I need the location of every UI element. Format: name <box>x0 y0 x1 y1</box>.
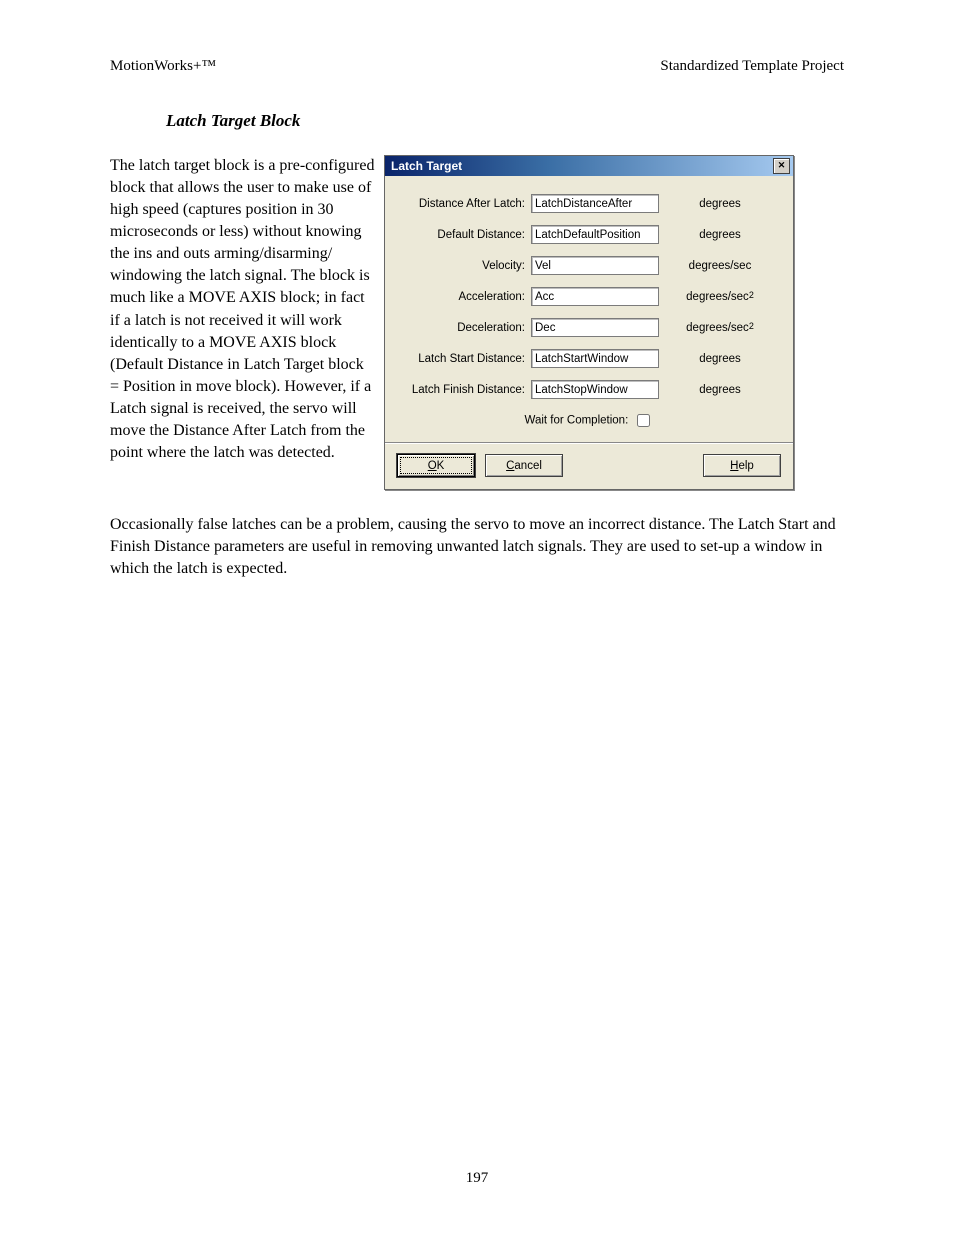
close-icon[interactable]: ✕ <box>773 158 790 174</box>
label-latch-finish-distance: Latch Finish Distance: <box>397 384 531 396</box>
label-distance-after-latch: Distance After Latch: <box>397 198 531 210</box>
unit-default-distance: degrees <box>659 229 781 241</box>
followup-paragraph: Occasionally false latches can be a prob… <box>110 514 844 580</box>
cancel-button[interactable]: Cancel <box>485 454 563 477</box>
checkbox-wait-for-completion[interactable] <box>637 414 650 427</box>
label-default-distance: Default Distance: <box>397 229 531 241</box>
row-velocity: Velocity: degrees/sec <box>397 256 781 275</box>
dialog-title-text: Latch Target <box>391 159 462 173</box>
ok-button[interactable]: OK <box>397 454 475 477</box>
two-column-layout: The latch target block is a pre-configur… <box>110 155 844 490</box>
header-right: Standardized Template Project <box>660 58 844 75</box>
row-distance-after-latch: Distance After Latch: degrees <box>397 194 781 213</box>
label-wait-for-completion: Wait for Completion: <box>525 415 629 427</box>
input-deceleration[interactable] <box>531 318 659 337</box>
row-latch-start-distance: Latch Start Distance: degrees <box>397 349 781 368</box>
row-latch-finish-distance: Latch Finish Distance: degrees <box>397 380 781 399</box>
row-wait-for-completion: Wait for Completion: <box>397 411 781 430</box>
label-velocity: Velocity: <box>397 260 531 272</box>
label-deceleration: Deceleration: <box>397 322 531 334</box>
unit-deceleration: degrees/sec2 <box>659 322 781 334</box>
input-default-distance[interactable] <box>531 225 659 244</box>
dialog-button-row: OK Cancel Help <box>397 454 781 481</box>
page-number: 197 <box>0 1170 954 1187</box>
unit-acceleration: degrees/sec2 <box>659 291 781 303</box>
unit-velocity: degrees/sec <box>659 260 781 272</box>
unit-latch-start-distance: degrees <box>659 353 781 365</box>
unit-distance-after-latch: degrees <box>659 198 781 210</box>
row-default-distance: Default Distance: degrees <box>397 225 781 244</box>
input-acceleration[interactable] <box>531 287 659 306</box>
input-velocity[interactable] <box>531 256 659 275</box>
latch-target-dialog: Latch Target ✕ Distance After Latch: deg… <box>384 155 794 490</box>
row-acceleration: Acceleration: degrees/sec2 <box>397 287 781 306</box>
input-latch-finish-distance[interactable] <box>531 380 659 399</box>
dialog-divider <box>385 442 793 444</box>
section-title: Latch Target Block <box>166 111 844 131</box>
left-paragraph: The latch target block is a pre-configur… <box>110 155 376 464</box>
document-page: MotionWorks+™ Standardized Template Proj… <box>0 0 954 1235</box>
unit-latch-finish-distance: degrees <box>659 384 781 396</box>
input-latch-start-distance[interactable] <box>531 349 659 368</box>
dialog-screenshot: Latch Target ✕ Distance After Latch: deg… <box>384 155 794 490</box>
label-latch-start-distance: Latch Start Distance: <box>397 353 531 365</box>
dialog-titlebar[interactable]: Latch Target ✕ <box>385 156 793 176</box>
label-acceleration: Acceleration: <box>397 291 531 303</box>
help-button[interactable]: Help <box>703 454 781 477</box>
header-left: MotionWorks+™ <box>110 58 216 75</box>
running-header: MotionWorks+™ Standardized Template Proj… <box>110 58 844 75</box>
row-deceleration: Deceleration: degrees/sec2 <box>397 318 781 337</box>
dialog-body: Distance After Latch: degrees Default Di… <box>385 176 793 489</box>
input-distance-after-latch[interactable] <box>531 194 659 213</box>
